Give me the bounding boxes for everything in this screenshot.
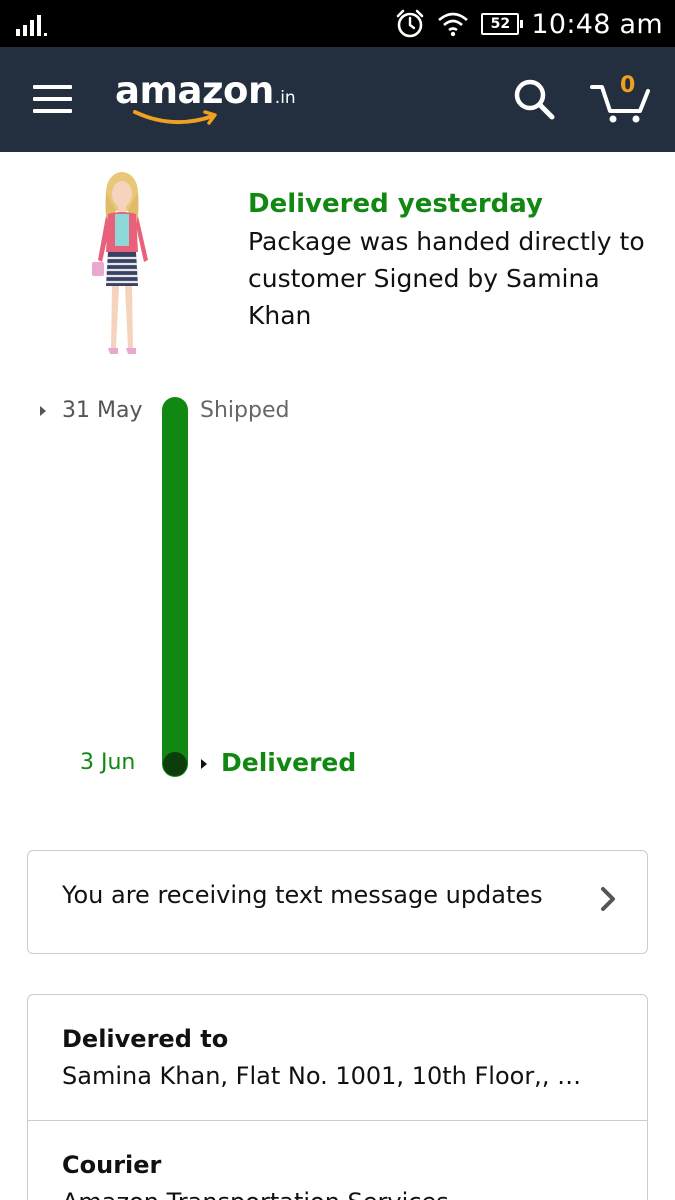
sms-updates-card[interactable]: You are receiving text message updates [27, 850, 648, 954]
delivered-to-section[interactable]: Delivered to Samina Khan, Flat No. 1001,… [28, 995, 647, 1120]
timeline-end-date: 3 Jun [80, 750, 136, 775]
timeline-end-dot [163, 752, 187, 776]
courier-section[interactable]: Courier Amazon Transportation Services [28, 1120, 647, 1200]
logo-tld: .in [274, 88, 296, 108]
wifi-icon [438, 12, 469, 37]
caret-right-icon [40, 406, 46, 416]
battery-level: 52 [490, 16, 511, 32]
timeline-start-date: 31 May [62, 398, 143, 423]
battery-icon: 52 [481, 13, 524, 35]
delivered-to-label: Delivered to [62, 1025, 229, 1053]
shipment-details-card: Delivered to Samina Khan, Flat No. 1001,… [27, 994, 648, 1200]
alarm-icon [397, 9, 424, 38]
timeline-end-label: Delivered [221, 748, 357, 777]
signal-icon [16, 15, 47, 36]
product-image[interactable] [88, 170, 158, 362]
cart-button[interactable]: 0 [590, 73, 652, 125]
delivered-to-value: Samina Khan, Flat No. 1001, 10th Floor,,… [62, 1062, 582, 1090]
logo-word: amazon [115, 69, 274, 112]
delivery-status-detail: Package was handed directly to customer … [248, 227, 645, 330]
delivery-summary: Delivered yesterday Package was handed d… [248, 186, 648, 334]
logo-smile-icon [133, 110, 217, 125]
app-header: amazon.in 0 [0, 47, 675, 152]
cart-count-badge: 0 [620, 73, 636, 98]
courier-label: Courier [62, 1151, 162, 1179]
timeline-progress-bar [162, 397, 188, 777]
status-bar: 52 10:48 am [0, 0, 675, 47]
delivery-status-title: Delivered yesterday [248, 189, 543, 219]
amazon-logo[interactable]: amazon.in [115, 69, 296, 129]
search-icon[interactable] [512, 77, 556, 121]
caret-right-icon [201, 759, 207, 769]
status-bar-right: 52 10:48 am [395, 6, 663, 42]
tracking-timeline: 31 May Shipped 3 Jun Delivered [0, 380, 675, 800]
sms-updates-text: You are receiving text message updates [62, 881, 543, 909]
timeline-start-label: Shipped [200, 398, 290, 423]
clock-time: 10:48 am [531, 8, 663, 40]
courier-value: Amazon Transportation Services [62, 1185, 617, 1200]
chevron-right-icon [601, 887, 615, 911]
menu-icon[interactable] [33, 85, 72, 113]
